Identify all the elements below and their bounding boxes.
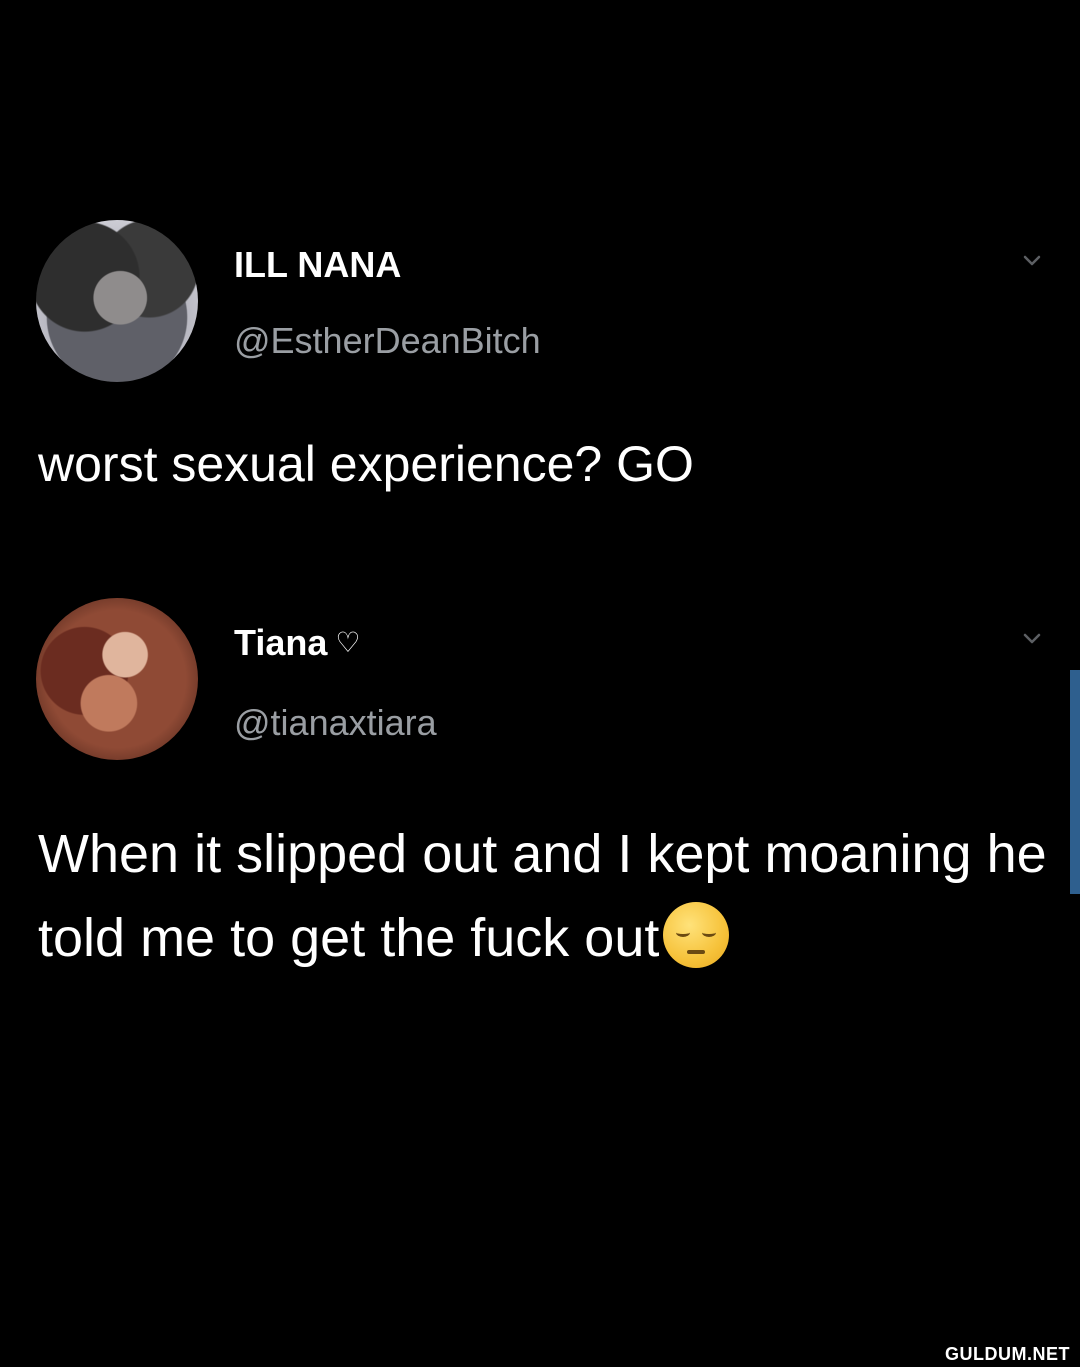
display-name[interactable]: ILL NANA bbox=[234, 244, 401, 286]
chevron-down-icon[interactable] bbox=[1022, 628, 1042, 648]
pensive-face-icon bbox=[663, 902, 730, 968]
display-name-text: Tiana bbox=[234, 622, 328, 663]
user-handle[interactable]: @EstherDeanBitch bbox=[234, 320, 541, 362]
user-handle[interactable]: @tianaxtiara bbox=[234, 702, 437, 744]
tweet-text-body: When it slipped out and I kept moaning h… bbox=[38, 824, 1047, 968]
avatar[interactable] bbox=[36, 598, 198, 760]
scroll-indicator[interactable] bbox=[1070, 670, 1080, 894]
display-name[interactable]: Tiana ♡ bbox=[234, 622, 360, 664]
heart-icon: ♡ bbox=[335, 627, 361, 658]
tweet-text: worst sexual experience? GO bbox=[38, 436, 694, 492]
watermark: GULDUM.NET bbox=[945, 1344, 1070, 1364]
avatar[interactable] bbox=[36, 220, 198, 382]
chevron-down-icon[interactable] bbox=[1022, 250, 1042, 270]
tweet-text: When it slipped out and I kept moaning h… bbox=[38, 812, 1048, 980]
